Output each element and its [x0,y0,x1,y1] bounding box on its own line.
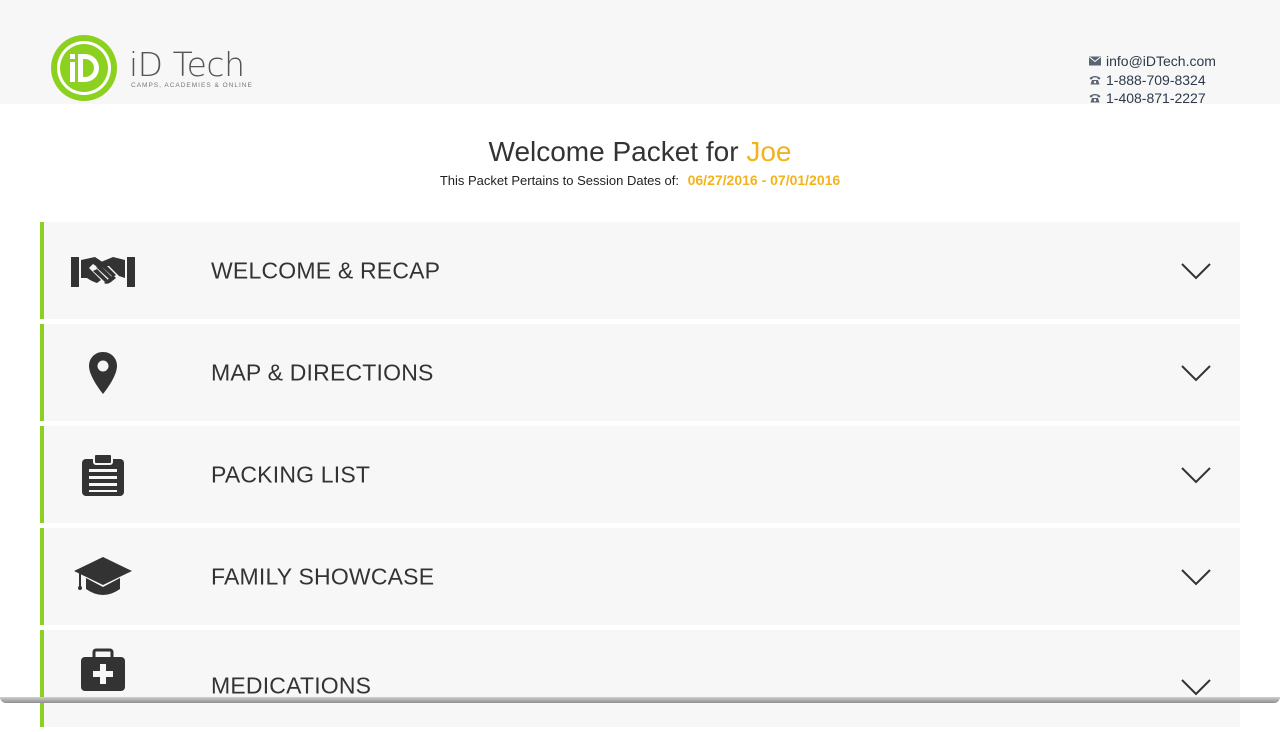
session-dates-label: This Packet Pertains to Session Dates of… [439,173,679,188]
chevron-down-icon[interactable] [1180,363,1212,383]
handshake-icon [70,247,136,295]
id-tech-logo-icon [51,35,117,101]
section-packing-list[interactable]: PACKING LIST [40,426,1240,523]
logo[interactable]: iD Tech CAMPS, ACADEMIES & ONLINE [49,33,253,103]
phone-icon [1089,75,1101,85]
brand-name: iD Tech [129,45,245,84]
contact-phone-line-2[interactable]: 1-408-871-2227 [1089,89,1216,108]
contact-email[interactable]: info@iDTech.com [1106,52,1216,71]
contact-email-line[interactable]: info@iDTech.com [1089,52,1216,71]
contact-phone-1[interactable]: 1-888-709-8324 [1106,71,1206,90]
page-title: Welcome Packet for Joe [0,134,1280,170]
page-title-block: Welcome Packet for Joe This Packet Perta… [0,134,1280,189]
section-welcome-recap[interactable]: WELCOME & RECAP [40,222,1240,319]
medical-kit-icon [70,646,136,694]
window-bottom-edge [0,697,1280,703]
accordion-sections: WELCOME & RECAP MAP & DIRECTIONS PACKING… [40,222,1240,732]
camper-name: Joe [746,136,792,167]
session-dates-line: This Packet Pertains to Session Dates of… [0,172,1280,189]
contact-phone-2[interactable]: 1-408-871-2227 [1106,89,1206,108]
section-label: PACKING LIST [211,461,371,487]
section-label: WELCOME & RECAP [211,257,441,283]
section-medications[interactable]: MEDICATIONS [40,630,1240,727]
phone-icon [1089,94,1101,103]
section-family-showcase[interactable]: FAMILY SHOWCASE [40,528,1240,625]
clipboard-icon [70,451,136,499]
graduation-cap-icon [70,553,136,601]
section-map-directions[interactable]: MAP & DIRECTIONS [40,324,1240,421]
chevron-down-icon[interactable] [1180,567,1212,587]
page-title-prefix: Welcome Packet for [488,136,739,167]
chevron-down-icon[interactable] [1180,677,1212,697]
chevron-down-icon[interactable] [1180,261,1212,281]
section-label: MEDICATIONS [211,672,372,699]
chevron-down-icon[interactable] [1180,465,1212,485]
session-dates-value: 06/27/2016 - 07/01/2016 [687,172,841,188]
map-pin-icon [70,349,136,397]
brand-tagline: CAMPS, ACADEMIES & ONLINE [131,82,253,89]
contact-phone-line-1[interactable]: 1-888-709-8324 [1089,71,1216,90]
section-label: MAP & DIRECTIONS [211,359,434,385]
contact-info: info@iDTech.com 1-888-709-8324 1-408-871… [1089,52,1216,108]
envelope-icon [1089,56,1101,66]
site-header: iD Tech CAMPS, ACADEMIES & ONLINE info@i… [0,0,1280,106]
section-label: FAMILY SHOWCASE [211,563,435,589]
